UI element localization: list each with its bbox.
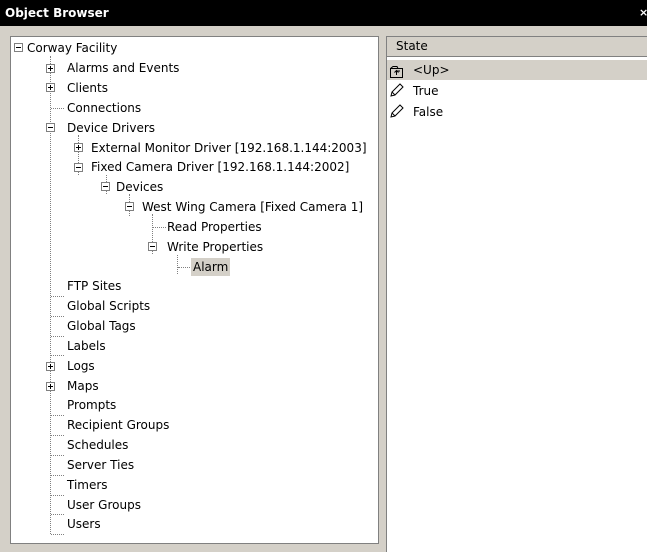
tree-node-devices[interactable]: Devices — [116, 178, 163, 196]
tree-node-prompts[interactable]: Prompts — [67, 396, 116, 414]
list-item-false[interactable]: False — [387, 102, 647, 122]
tree-node-recipient-groups[interactable]: Recipient Groups — [67, 416, 169, 434]
list-item-up[interactable]: <Up> — [387, 60, 647, 80]
tree-node-schedules[interactable]: Schedules — [67, 436, 128, 454]
pencil-icon — [390, 104, 404, 118]
collapse-toggle-icon[interactable] — [46, 123, 55, 132]
collapse-toggle-icon[interactable] — [101, 182, 110, 191]
list-item-label: <Up> — [413, 63, 450, 77]
expand-toggle-icon[interactable] — [74, 143, 83, 152]
title-bar: Object Browser × — [0, 0, 647, 26]
expand-toggle-icon[interactable] — [46, 83, 55, 92]
close-icon[interactable]: × — [639, 8, 647, 18]
tree-node-alarm[interactable]: Alarm — [191, 258, 231, 276]
tree-node-read-properties[interactable]: Read Properties — [167, 218, 262, 236]
list-item-label: True — [413, 84, 439, 98]
tree-node-labels[interactable]: Labels — [67, 337, 106, 355]
tree-node-timers[interactable]: Timers — [67, 476, 108, 494]
tree-node-connections[interactable]: Connections — [67, 99, 141, 117]
tree-node-user-groups[interactable]: User Groups — [67, 496, 141, 514]
state-list[interactable]: State <Up> True False — [386, 36, 647, 552]
tree-node-fixed-camera-driver[interactable]: Fixed Camera Driver [192.168.1.144:2002] — [91, 158, 349, 176]
tree-node-external-monitor-driver[interactable]: External Monitor Driver [192.168.1.144:2… — [91, 139, 367, 157]
tree-node-users[interactable]: Users — [67, 515, 101, 533]
tree-node-alarms-and-events[interactable]: Alarms and Events — [67, 59, 179, 77]
tree-node-server-ties[interactable]: Server Ties — [67, 456, 134, 474]
expand-toggle-icon[interactable] — [46, 362, 55, 371]
tree-node-maps[interactable]: Maps — [67, 377, 99, 395]
tree-node-logs[interactable]: Logs — [67, 357, 95, 375]
tree-node-corway-facility[interactable]: Corway Facility — [27, 39, 117, 57]
list-item-label: False — [413, 105, 444, 119]
list-item-true[interactable]: True — [387, 81, 647, 101]
collapse-toggle-icon[interactable] — [14, 43, 23, 52]
tree-node-west-wing-camera[interactable]: West Wing Camera [Fixed Camera 1] — [142, 198, 363, 216]
collapse-toggle-icon[interactable] — [148, 242, 157, 251]
object-browser-window: Object Browser × Corway Facility Alarms … — [0, 0, 647, 552]
tree-node-global-scripts[interactable]: Global Scripts — [67, 297, 150, 315]
tree-node-ftp-sites[interactable]: FTP Sites — [67, 277, 121, 295]
tree-node-global-tags[interactable]: Global Tags — [67, 317, 136, 335]
object-tree[interactable]: Corway Facility Alarms and Events Client… — [10, 36, 379, 544]
collapse-toggle-icon[interactable] — [125, 202, 134, 211]
tree-node-device-drivers[interactable]: Device Drivers — [67, 119, 155, 137]
tree-node-clients[interactable]: Clients — [67, 79, 108, 97]
pencil-icon — [390, 83, 404, 97]
expand-toggle-icon[interactable] — [46, 382, 55, 391]
collapse-toggle-icon[interactable] — [74, 163, 83, 172]
tree-node-write-properties[interactable]: Write Properties — [167, 238, 263, 256]
status-strip — [0, 546, 386, 552]
up-folder-icon — [390, 64, 403, 78]
expand-toggle-icon[interactable] — [46, 64, 55, 73]
column-header-label: State — [396, 39, 428, 53]
column-header-state[interactable]: State — [387, 37, 647, 57]
window-title: Object Browser — [5, 6, 109, 20]
